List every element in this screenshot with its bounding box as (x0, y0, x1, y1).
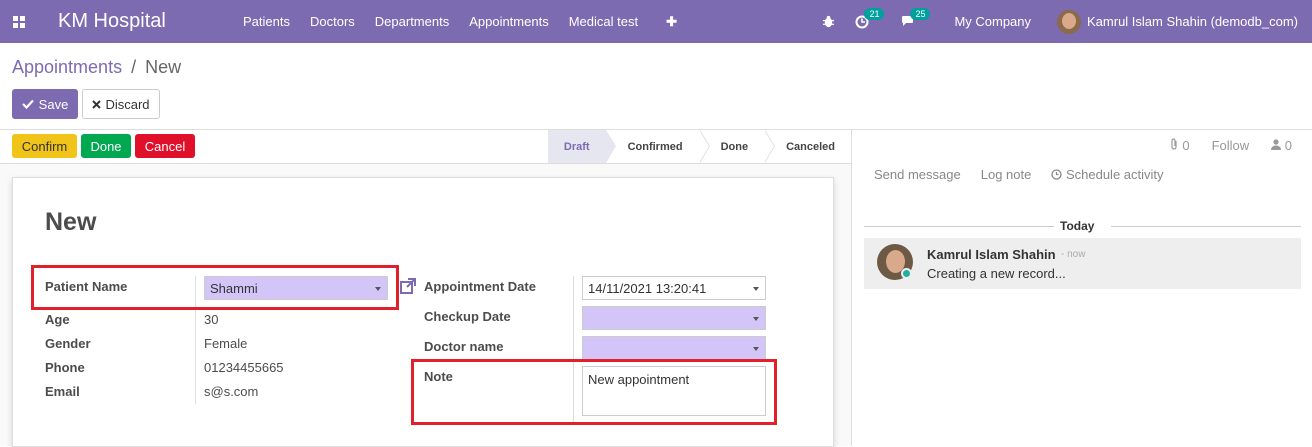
stage-confirmed-label: Confirmed (627, 140, 683, 153)
breadcrumb: Appointments / New (12, 57, 181, 78)
patient-name-value: Shammi (210, 280, 258, 296)
separator-line (1111, 226, 1301, 227)
stage-pipeline: Draft Confirmed Done Canceled (547, 130, 851, 163)
stage-confirmed[interactable]: Confirmed (606, 130, 710, 163)
stage-done-label: Done (720, 140, 749, 153)
app-menu-icon[interactable] (0, 0, 38, 43)
separator-line (864, 226, 1054, 227)
chevron-down-icon (375, 287, 381, 291)
menu-medical-test[interactable]: Medical test (559, 14, 648, 29)
note-label: Note (424, 369, 453, 384)
age-value: 30 (204, 312, 219, 327)
user-icon (1271, 139, 1282, 150)
message-time: - now (1061, 249, 1086, 260)
clock-icon (1051, 169, 1062, 180)
user-avatar (1057, 9, 1082, 34)
email-value: s@s.com (204, 384, 259, 399)
top-navbar: KM Hospital Patients Doctors Departments… (0, 0, 1312, 43)
chatter-message: Kamrul Islam Shahin - now Creating a new… (864, 238, 1301, 289)
send-message-button[interactable]: Send message (874, 167, 961, 182)
debug-bug-icon[interactable] (812, 15, 845, 28)
breadcrumb-current: New (145, 57, 182, 77)
save-label: Save (38, 96, 69, 112)
record-title: New (45, 208, 97, 236)
add-menu-icon[interactable]: ✚ (656, 14, 687, 30)
checkup-date-label: Checkup Date (424, 309, 511, 324)
date-separator-label: Today (1060, 219, 1095, 233)
user-menu[interactable]: Kamrul Islam Shahin (demodb_com) (1047, 9, 1312, 34)
appointment-date-input[interactable]: 14/11/2021 13:20:41 (582, 276, 766, 300)
stage-draft[interactable]: Draft (547, 130, 616, 163)
phone-value: 01234455665 (204, 360, 284, 375)
gender-label: Gender (45, 336, 91, 351)
company-switcher[interactable]: My Company (944, 14, 1041, 29)
chevron-down-icon (753, 347, 759, 351)
schedule-activity-button[interactable]: Schedule activity (1051, 167, 1164, 182)
user-name: Kamrul Islam Shahin (demodb_com) (1087, 14, 1298, 29)
email-label: Email (45, 384, 80, 399)
main-menu: Patients Doctors Departments Appointment… (233, 14, 687, 30)
form-sheet: New Patient Name Shammi Age 30 Gender Fe… (12, 177, 834, 447)
column-divider-left (195, 276, 196, 404)
menu-appointments[interactable]: Appointments (459, 14, 559, 29)
discard-label: Discard (105, 96, 150, 112)
confirm-button[interactable]: Confirm (12, 134, 77, 158)
activity-clock-icon[interactable]: 21 (845, 7, 885, 29)
date-separator: Today (864, 218, 1301, 234)
activity-badge: 21 (864, 7, 885, 20)
chevron-down-icon (753, 317, 759, 321)
followers-count: 0 (1284, 138, 1292, 153)
note-textarea[interactable]: New appointment (582, 366, 766, 416)
chatter-actions: Send message Log note Schedule activity (874, 167, 1164, 182)
checkup-date-select[interactable] (582, 306, 766, 330)
chevron-down-icon (753, 287, 759, 291)
breadcrumb-separator: / (131, 57, 137, 77)
stage-canceled-label: Canceled (786, 140, 835, 153)
patient-name-select[interactable]: Shammi (204, 276, 388, 300)
breadcrumb-appointments[interactable]: Appointments (12, 57, 122, 77)
follow-button[interactable]: Follow (1212, 138, 1250, 153)
discard-button[interactable]: Discard (82, 89, 160, 119)
log-note-button[interactable]: Log note (981, 167, 1032, 182)
stage-canceled[interactable]: Canceled (764, 130, 851, 163)
patient-name-label: Patient Name (45, 279, 128, 294)
form-view: Confirm Done Cancel Draft Confirmed Done… (0, 130, 852, 447)
check-icon (21, 99, 34, 109)
age-label: Age (45, 312, 70, 327)
chatter-topbar: 0 Follow 0 (1170, 138, 1292, 153)
followers-button[interactable]: 0 (1271, 138, 1292, 153)
menu-patients[interactable]: Patients (233, 14, 300, 29)
chatter-panel: 0 Follow 0 Send message Log note Schedul… (852, 130, 1312, 446)
appointment-date-value: 14/11/2021 13:20:41 (588, 280, 707, 296)
doctor-name-select[interactable] (582, 336, 766, 360)
doctor-name-label: Doctor name (424, 339, 504, 354)
stage-draft-label: Draft (563, 140, 590, 153)
message-body: Creating a new record... (927, 266, 1066, 281)
messages-badge: 25 (910, 8, 931, 20)
paperclip-icon (1171, 138, 1177, 150)
status-bar: Confirm Done Cancel Draft Confirmed Done… (0, 130, 851, 164)
external-link-icon[interactable] (399, 277, 417, 300)
systray: 21 25 My Company Kamrul Islam Shahin (de… (812, 0, 1312, 43)
phone-label: Phone (45, 360, 85, 375)
close-icon (92, 99, 102, 109)
app-brand[interactable]: KM Hospital (58, 10, 218, 33)
attachments-count: 0 (1182, 138, 1190, 153)
menu-doctors[interactable]: Doctors (300, 14, 365, 29)
menu-departments[interactable]: Departments (365, 14, 459, 29)
attachments-button[interactable]: 0 (1170, 138, 1190, 153)
done-button[interactable]: Done (81, 134, 131, 158)
messaging-chat-icon[interactable]: 25 (891, 8, 931, 28)
cancel-button[interactable]: Cancel (135, 134, 195, 158)
column-divider-right (573, 276, 574, 422)
online-status-icon (901, 268, 912, 279)
gender-value: Female (204, 336, 248, 351)
message-author[interactable]: Kamrul Islam Shahin (927, 247, 1056, 262)
appointment-date-label: Appointment Date (424, 279, 536, 294)
save-button[interactable]: Save (12, 89, 78, 119)
schedule-activity-label: Schedule activity (1065, 167, 1164, 182)
